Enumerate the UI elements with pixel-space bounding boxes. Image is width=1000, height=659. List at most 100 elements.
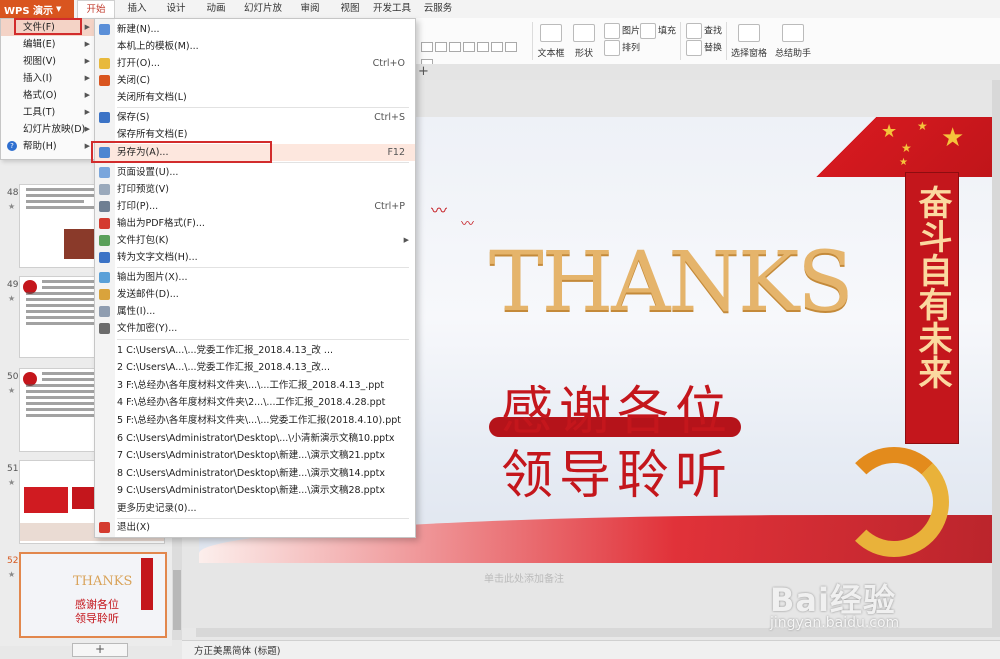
file-item-label: 页面设置(U)... [117,167,179,178]
arrange-label: 排列 [622,43,641,54]
tab-insert[interactable]: 插入 [122,0,152,18]
new-document-plus-icon[interactable]: + [418,64,429,79]
add-slide-button[interactable]: + [72,643,128,657]
recent-file-5[interactable]: 5 F:\总经办\各年度材料文件夹\...\...党委工作汇报(2018.4.1… [95,412,415,429]
tab-slideshow[interactable]: 幻灯片放映 [240,0,286,32]
file-exit[interactable]: 退出(X) [95,519,415,536]
file-item-label: 属性(I)... [117,306,156,317]
thumb-line2: 领导聆听 [75,612,119,625]
banner-text: 奋斗自有未来 [912,185,952,389]
tab-developer[interactable]: 开发工具 [372,0,412,18]
recent-file-3[interactable]: 3 F:\总经办\各年度材料文件夹\...\...工作汇报_2018.4.13_… [95,377,415,394]
file-open[interactable]: 打开(O)... Ctrl+O [95,55,415,72]
shortcut-label: Ctrl+P [374,201,405,212]
file-item-label: 打印(P)... [117,201,159,212]
shortcut-label: F12 [387,147,405,158]
document-tab-bar [414,64,1000,80]
file-close[interactable]: 关闭(C) [95,72,415,89]
file-item-label: 输出为图片(X)... [117,272,188,283]
menu-item-format[interactable]: 格式(O) ▶ [1,87,95,104]
thumb-number: 51 [7,464,19,474]
menu-item-help[interactable]: ? 帮助(H) ▶ [1,138,95,155]
arrange-button[interactable]: 排列 [604,40,640,56]
file-print[interactable]: 打印(P)... Ctrl+P [95,198,415,215]
dove-icon: 〰 [431,201,448,220]
recent-file-1[interactable]: 1 C:\Users\A...\...党委工作汇报_2018.4.13_改 ..… [95,342,415,359]
recent-file-8[interactable]: 8 C:\Users\Administrator\Desktop\新建...\演… [95,465,415,482]
thumb-star-icon: ★ [8,570,16,579]
menu-item-slideshow[interactable]: 幻灯片放映(D) ▶ [1,121,95,138]
summary-button[interactable]: 总结助手 [774,24,812,59]
menu-item-insert[interactable]: 插入(I) ▶ [1,70,95,87]
wps-brand-label: WPS 演示 [4,5,54,17]
file-new[interactable]: 新建(N)... [95,21,415,38]
wps-app-menu-button[interactable]: WPS 演示 ▼ [0,0,74,18]
file-close-all[interactable]: 关闭所有文档(L) [95,89,415,106]
more-history[interactable]: 更多历史记录(0)... [95,500,415,517]
tab-animation[interactable]: 动画 [200,0,232,18]
picture-label: 图片 [622,26,641,37]
page-setup-icon [99,167,110,178]
file-page-setup[interactable]: 页面设置(U)... [95,164,415,181]
slide-thumbnail-52[interactable]: THANKS 感谢各位 领导聆听 [19,552,167,638]
fill-icon [640,23,656,39]
star-icon: ★ [899,157,908,168]
file-properties[interactable]: 属性(I)... [95,303,415,320]
file-encrypt[interactable]: 文件加密(Y)... [95,320,415,337]
recent-file-4[interactable]: 4 F:\总经办\各年度材料文件夹\2...\...工作汇报_2018.4.28… [95,394,415,411]
select-pane-button[interactable]: 选择窗格 [730,24,768,59]
menu-item-label: 工具(T) [23,107,56,118]
menu-item-edit[interactable]: 编辑(E) ▶ [1,36,95,53]
file-item-label: 本机上的模板(M)... [117,41,199,52]
exit-icon [99,522,110,533]
shape-button[interactable]: 形状 [570,24,598,59]
dove-icon: 〰 [461,217,475,232]
tab-view[interactable]: 视图 [334,0,366,18]
notes-placeholder[interactable]: 单击此处添加备注 [484,570,564,585]
file-item-label: 关闭(C) [117,75,151,86]
file-convert-to-text[interactable]: 转为文字文档(H)... [95,249,415,266]
file-item-label: 打印预览(V) [117,184,169,195]
shape-label: 形状 [574,49,593,59]
file-package[interactable]: 文件打包(K) ▶ [95,232,415,249]
file-export-pdf[interactable]: 输出为PDF格式(F)... [95,215,415,232]
fill-button[interactable]: 填充 [640,23,676,39]
find-button[interactable]: 查找 [686,23,722,39]
slide-vertical-scrollbar[interactable] [992,80,1000,628]
new-icon [99,24,110,35]
replace-label: 替换 [704,43,723,54]
submenu-arrow-icon: ▶ [84,23,90,31]
file-export-image[interactable]: 输出为图片(X)... [95,269,415,286]
submenu-arrow-icon: ▶ [84,142,90,150]
recent-file-9[interactable]: 9 C:\Users\Administrator\Desktop\新建...\演… [95,482,415,499]
recent-file-6[interactable]: 6 C:\Users\Administrator\Desktop\...\小清新… [95,430,415,447]
textbox-button[interactable]: 文本框 [536,24,566,59]
file-print-preview[interactable]: 打印预览(V) [95,181,415,198]
thumb-star-icon: ★ [8,386,16,395]
menu-separator [117,107,409,108]
menu-item-view[interactable]: 视图(V) ▶ [1,53,95,70]
file-local-templates[interactable]: 本机上的模板(M)... [95,38,415,55]
recent-file-2[interactable]: 2 C:\Users\A...\...党委工作汇报_2018.4.13_改... [95,359,415,376]
tab-review[interactable]: 审阅 [294,0,326,18]
thumb-number: 49 [7,280,19,290]
file-submenu: 新建(N)... 本机上的模板(M)... 打开(O)... Ctrl+O 关闭(… [94,18,416,538]
file-send-mail[interactable]: 发送邮件(D)... [95,286,415,303]
tab-home[interactable]: 开始 [77,0,115,19]
star-icon: ★ [917,119,928,133]
tab-cloud[interactable]: 云服务 [420,0,456,18]
save-icon [99,112,110,123]
thumb-number: 52 [7,556,19,566]
menu-item-tools[interactable]: 工具(T) ▶ [1,104,95,121]
pdf-icon [99,218,110,229]
file-save[interactable]: 保存(S) Ctrl+S [95,109,415,126]
replace-button[interactable]: 替换 [686,40,722,56]
submenu-arrow-icon: ▶ [84,57,90,65]
picture-button[interactable]: 图片 [604,23,640,39]
recent-file-7[interactable]: 7 C:\Users\Administrator\Desktop\新建...\演… [95,447,415,464]
ribbon-separator [726,22,727,60]
file-item-label: 关闭所有文档(L) [117,92,187,103]
file-item-label: 转为文字文档(H)... [117,252,198,263]
wps-main-menu: 文件(F) ▶ 编辑(E) ▶ 视图(V) ▶ 插入(I) ▶ 格式(O) ▶ 工具(T)… [0,18,96,160]
tab-design[interactable]: 设计 [160,0,192,18]
